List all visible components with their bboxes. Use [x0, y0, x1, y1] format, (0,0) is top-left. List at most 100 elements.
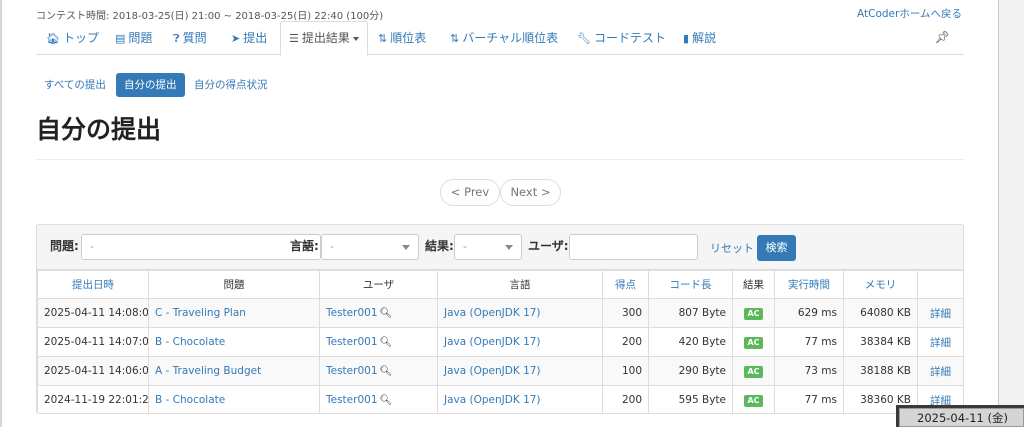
table-header-row: 提出日時 問題 ユーザ 言語 得点 コード長 結果 実行時間 メモリ — [37, 270, 963, 299]
user-filter-input[interactable] — [569, 234, 698, 260]
table-row: 2025-04-11 14:08:04 C - Traveling Plan T… — [37, 298, 963, 328]
search-icon[interactable]: 🔍︎ — [380, 395, 393, 406]
sort-icon: ⇅ — [450, 32, 460, 45]
user-link[interactable]: Tester001 — [326, 365, 378, 377]
language-filter-select[interactable]: - — [321, 234, 419, 260]
code-length: 420 Byte — [648, 327, 733, 357]
detail-link[interactable]: 詳細 — [917, 356, 963, 386]
tasks-icon: ▤ — [115, 32, 126, 45]
col-result: 結果 — [732, 270, 775, 299]
submit-time: 2024-11-19 22:01:29 — [37, 385, 149, 413]
result-cell: AC — [732, 356, 775, 386]
filter-bar: 問題: - 言語: - 結果: - ユーザ: リセット 検索 — [37, 225, 963, 270]
status-badge: AC — [744, 307, 763, 320]
exec-time: 77 ms — [774, 327, 844, 357]
col-detail — [917, 270, 963, 299]
nav-editorial[interactable]: ▮ 解説 — [683, 21, 716, 55]
task-filter-select[interactable]: - — [81, 234, 321, 260]
memory: 38384 KB — [843, 327, 918, 357]
nav-standings[interactable]: ⇅ 順位表 — [378, 21, 426, 55]
search-icon[interactable]: 🔍︎ — [380, 337, 393, 348]
nav-results[interactable]: ☰ 提出結果 — [280, 21, 368, 56]
search-icon[interactable]: 🔍︎ — [380, 308, 393, 319]
result-cell: AC — [732, 298, 775, 328]
question-icon: ❓︎ — [173, 32, 180, 45]
language-link[interactable]: Java (OpenJDK 17) — [437, 356, 603, 386]
subnav-all-submissions[interactable]: すべての提出 — [36, 73, 114, 97]
nav-top[interactable]: 🏠︎ トップ — [46, 21, 99, 55]
user-filter-label: ユーザ: — [528, 239, 569, 253]
page-title: 自分の提出 — [36, 115, 162, 144]
user-link[interactable]: Tester001 — [326, 394, 378, 406]
detail-link[interactable]: 詳細 — [917, 298, 963, 328]
contest-time: コンテスト時間: 2018-03-25(日) 21:00 ~ 2018-03-2… — [36, 11, 384, 22]
user-cell: Tester001 🔍︎ — [319, 356, 438, 386]
score: 300 — [602, 298, 649, 328]
contest-nav: 🏠︎ トップ ▤ 問題 ❓︎ 質問 ➤ 提出 ☰ 提出結果 ⇅ 順位表 ⇅ バーチャル順位表 … — [36, 21, 964, 56]
nav-codetest[interactable]: 🔧︎ コードテスト — [577, 21, 666, 55]
memory: 64080 KB — [843, 298, 918, 328]
home-icon: 🏠︎ — [46, 32, 60, 45]
search-icon[interactable]: 🔍︎ — [380, 366, 393, 377]
nav-submit[interactable]: ➤ 提出 — [231, 21, 267, 55]
col-exec-time[interactable]: 実行時間 — [774, 270, 844, 299]
pin-icon[interactable]: 📌︎ — [935, 30, 950, 44]
col-submit-time[interactable]: 提出日時 — [37, 270, 149, 299]
task-link[interactable]: A - Traveling Budget — [148, 356, 320, 386]
score: 100 — [602, 356, 649, 386]
taskbar-clock[interactable]: 2025-04-11 (金) — [896, 405, 1024, 427]
user-link[interactable]: Tester001 — [326, 336, 378, 348]
language-link[interactable]: Java (OpenJDK 17) — [437, 385, 603, 413]
submissions-panel: 問題: - 言語: - 結果: - ユーザ: リセット 検索 提出日時 問題 ユ… — [36, 224, 964, 414]
language-filter-label: 言語: — [290, 239, 319, 253]
task-filter-label: 問題: — [50, 239, 79, 253]
code-length: 807 Byte — [648, 298, 733, 328]
code-length: 595 Byte — [648, 385, 733, 413]
detail-link[interactable]: 詳細 — [917, 327, 963, 357]
window-left-border — [0, 0, 2, 427]
result-filter-select[interactable]: - — [454, 234, 522, 260]
col-code-length[interactable]: コード長 — [648, 270, 733, 299]
col-user: ユーザ — [319, 270, 438, 299]
task-link[interactable]: C - Traveling Plan — [148, 298, 320, 328]
atcoder-home-link[interactable]: AtCoderホームへ戻る — [857, 6, 962, 21]
caret-down-icon — [352, 36, 359, 41]
table-row: 2025-04-11 14:07:01 B - Chocolate Tester… — [37, 327, 963, 357]
list-icon: ☰ — [289, 32, 299, 45]
chevron-down-icon — [402, 245, 410, 250]
submit-time: 2025-04-11 14:07:01 — [37, 327, 149, 357]
status-badge: AC — [744, 336, 763, 349]
submit-time: 2025-04-11 14:06:06 — [37, 356, 149, 386]
col-memory[interactable]: メモリ — [843, 270, 918, 299]
nav-tasks[interactable]: ▤ 問題 — [115, 21, 152, 55]
divider — [36, 159, 964, 160]
user-cell: Tester001 🔍︎ — [319, 327, 438, 357]
subnav-my-submissions[interactable]: 自分の提出 — [116, 73, 185, 97]
task-link[interactable]: B - Chocolate — [148, 385, 320, 413]
table-row: 2024-11-19 22:01:29 B - Chocolate Tester… — [37, 385, 963, 413]
exec-time: 629 ms — [774, 298, 844, 328]
search-button[interactable]: 検索 — [757, 235, 796, 261]
reset-button[interactable]: リセット — [710, 240, 754, 256]
col-score[interactable]: 得点 — [602, 270, 649, 299]
exec-time: 77 ms — [774, 385, 844, 413]
prev-button[interactable]: < Prev — [440, 179, 500, 206]
taskbar-date: 2025-04-11 (金) — [899, 408, 1024, 427]
atcoder-page: コンテスト時間: 2018-03-25(日) 21:00 ~ 2018-03-2… — [0, 0, 999, 427]
exec-time: 73 ms — [774, 356, 844, 386]
language-link[interactable]: Java (OpenJDK 17) — [437, 298, 603, 328]
language-link[interactable]: Java (OpenJDK 17) — [437, 327, 603, 357]
code-length: 290 Byte — [648, 356, 733, 386]
nav-questions[interactable]: ❓︎ 質問 — [173, 21, 207, 55]
nav-virtual-standings[interactable]: ⇅ バーチャル順位表 — [450, 21, 558, 55]
submissions-table: 提出日時 問題 ユーザ 言語 得点 コード長 結果 実行時間 メモリ 2025-… — [37, 270, 963, 413]
user-cell: Tester001 🔍︎ — [319, 385, 438, 413]
status-badge: AC — [744, 365, 763, 378]
result-cell: AC — [732, 327, 775, 357]
memory: 38188 KB — [843, 356, 918, 386]
next-button[interactable]: Next > — [500, 179, 561, 206]
col-task: 問題 — [148, 270, 320, 299]
user-link[interactable]: Tester001 — [326, 307, 378, 319]
subnav-my-score[interactable]: 自分の得点状況 — [186, 73, 276, 97]
task-link[interactable]: B - Chocolate — [148, 327, 320, 357]
